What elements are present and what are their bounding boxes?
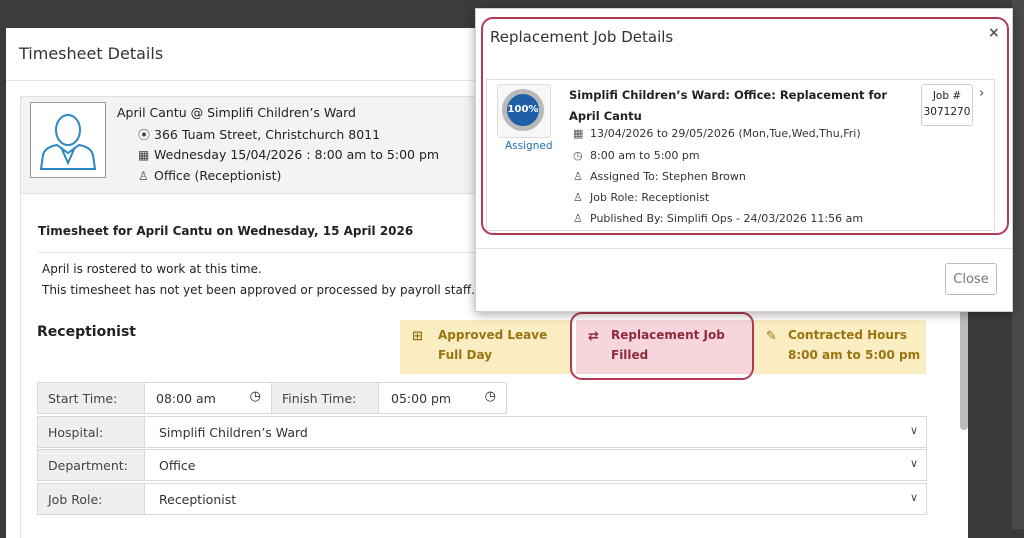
start-time-label: Start Time: bbox=[37, 382, 145, 414]
profile-role-row: ♙ Office (Receptionist) bbox=[138, 168, 281, 183]
job-role-value: Receptionist bbox=[159, 492, 237, 507]
hospital-value: Simplifi Children’s Ward bbox=[159, 425, 308, 440]
roster-note: April is rostered to work at this time. bbox=[42, 262, 262, 276]
close-button[interactable]: Close bbox=[945, 263, 997, 295]
timesheet-heading: Timesheet for April Cantu on Wednesday, … bbox=[38, 224, 414, 238]
profile-role: Office (Receptionist) bbox=[154, 168, 282, 183]
profile-address-row: ⦿ 366 Tuam Street, Christchurch 8011 bbox=[138, 126, 380, 143]
chevron-down-icon: ∨ bbox=[909, 491, 918, 504]
location-pin-icon: ⦿ bbox=[138, 128, 151, 142]
status-leave-title: Approved Leave bbox=[438, 328, 548, 342]
status-leave-detail: Full Day bbox=[438, 348, 493, 362]
user-role-icon: ♙ bbox=[138, 169, 149, 183]
department-label: Department: bbox=[37, 449, 145, 481]
person-icon bbox=[39, 114, 97, 170]
profile-address: 366 Tuam Street, Christchurch 8011 bbox=[154, 127, 381, 142]
department-select[interactable]: Office ∨ bbox=[144, 449, 927, 481]
calendar-icon: ▦ bbox=[138, 148, 150, 162]
modal-title: Timesheet Details bbox=[19, 44, 164, 63]
contract-pen-icon: ✎ bbox=[766, 329, 777, 344]
popup-highlight-outline bbox=[481, 17, 1009, 235]
status-hours-detail: 8:00 am to 5:00 pm bbox=[788, 348, 921, 362]
job-role-label: Job Role: bbox=[37, 483, 145, 515]
hospital-label: Hospital: bbox=[37, 416, 145, 448]
medical-bag-icon: ⊞ bbox=[412, 329, 423, 344]
start-time-value: 08:00 am bbox=[156, 391, 216, 406]
start-time-input[interactable]: 08:00 am ◷ bbox=[144, 382, 272, 414]
finish-time-value: 05:00 pm bbox=[391, 391, 452, 406]
scrollbar-thumb[interactable] bbox=[960, 310, 968, 430]
finish-time-input[interactable]: 05:00 pm ◷ bbox=[378, 382, 507, 414]
profile-name: April Cantu @ Simplifi Children’s Ward bbox=[117, 105, 356, 120]
clock-icon[interactable]: ◷ bbox=[250, 389, 261, 404]
status-contracted-hours[interactable]: ✎ Contracted Hours 8:00 am to 5:00 pm bbox=[754, 320, 926, 374]
department-value: Office bbox=[159, 458, 196, 473]
approval-note: This timesheet has not yet been approved… bbox=[42, 283, 475, 297]
avatar bbox=[30, 102, 106, 178]
background-overlay-right bbox=[1012, 0, 1024, 529]
clock-icon[interactable]: ◷ bbox=[485, 389, 496, 404]
replacement-job-popup: Replacement Job Details × 100% Assigned … bbox=[475, 8, 1013, 312]
divider bbox=[476, 248, 1012, 249]
finish-time-label: Finish Time: bbox=[271, 382, 379, 414]
status-approved-leave[interactable]: ⊞ Approved Leave Full Day bbox=[400, 320, 572, 374]
profile-datetime: Wednesday 15/04/2026 : 8:00 am to 5:00 p… bbox=[154, 147, 440, 162]
chevron-down-icon: ∨ bbox=[909, 424, 918, 437]
chevron-down-icon: ∨ bbox=[909, 457, 918, 470]
replacement-highlight-outline bbox=[570, 312, 754, 380]
job-role-select[interactable]: Receptionist ∨ bbox=[144, 483, 927, 515]
profile-datetime-row: ▦ Wednesday 15/04/2026 : 8:00 am to 5:00 … bbox=[138, 147, 439, 162]
status-hours-title: Contracted Hours bbox=[788, 328, 907, 342]
role-heading: Receptionist bbox=[37, 324, 136, 340]
hospital-select[interactable]: Simplifi Children’s Ward ∨ bbox=[144, 416, 927, 448]
